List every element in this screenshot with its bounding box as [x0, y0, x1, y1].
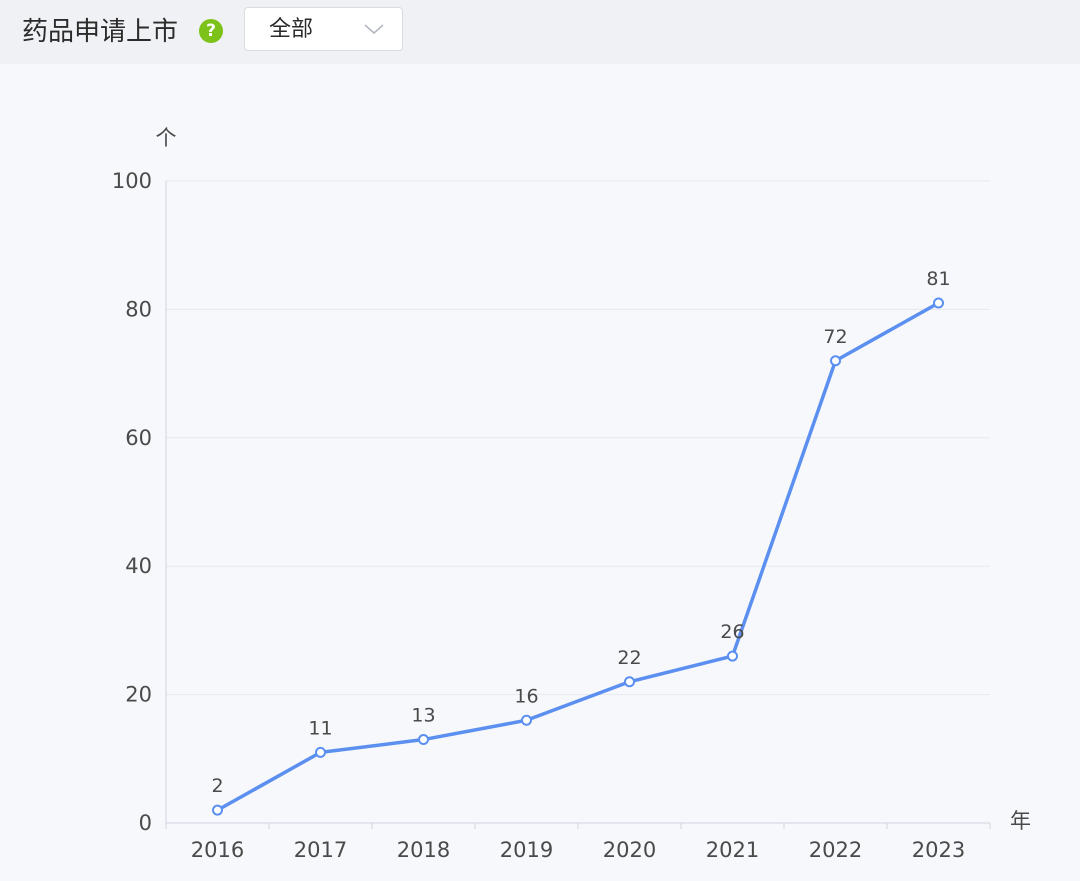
page-title: 药品申请上市 — [22, 17, 179, 47]
data-label: 72 — [823, 326, 847, 348]
data-point[interactable] — [727, 650, 738, 662]
chevron-down-icon — [364, 24, 384, 35]
data-label: 2 — [211, 775, 223, 797]
data-point[interactable] — [830, 355, 841, 367]
x-tick-label: 2016 — [191, 838, 244, 862]
line-chart: 0 20 40 60 80 100 2016 2017 2018 2019 2020 2021 202… — [112, 126, 1031, 862]
y-tick-label: 20 — [125, 683, 152, 707]
chart-area: 0 20 40 60 80 100 2016 2017 2018 2019 2020 2021 202… — [0, 64, 1080, 881]
filter-select[interactable]: 全部 — [244, 7, 403, 51]
axes — [165, 181, 991, 829]
filter-selected-value: 全部 — [269, 17, 314, 42]
data-label: 22 — [617, 647, 641, 669]
data-label: 81 — [926, 268, 950, 290]
x-tick-label: 2018 — [397, 838, 450, 862]
y-axis-unit: 个 — [156, 126, 177, 150]
data-point[interactable] — [418, 734, 429, 746]
data-point[interactable] — [212, 804, 223, 816]
y-tick-label: 40 — [125, 554, 152, 578]
data-labels: 2 11 13 16 22 26 72 81 — [211, 268, 950, 797]
y-tick-label: 60 — [125, 426, 152, 450]
x-tick-labels: 2016 2017 2018 2019 2020 2021 2022 2023 — [191, 838, 965, 862]
data-label: 11 — [308, 717, 332, 739]
x-tick-label: 2019 — [500, 838, 553, 862]
data-label: 26 — [720, 621, 744, 643]
data-point[interactable] — [521, 714, 532, 726]
data-point[interactable] — [315, 746, 326, 758]
x-axis-unit: 年 — [1010, 809, 1031, 833]
x-tick-label: 2017 — [294, 838, 347, 862]
grid-lines — [166, 180, 990, 696]
y-tick-labels: 0 20 40 60 80 100 — [112, 169, 152, 835]
y-tick-label: 100 — [112, 169, 152, 193]
x-tick-label: 2023 — [912, 838, 965, 862]
data-point[interactable] — [624, 676, 635, 688]
data-label: 13 — [411, 705, 435, 727]
x-tick-label: 2021 — [706, 838, 759, 862]
y-tick-label: 80 — [125, 297, 152, 321]
question-circle-icon[interactable]: ? — [199, 19, 223, 43]
header-bar: 药品申请上市 ? 全部 — [0, 0, 1080, 64]
x-tick-label: 2020 — [603, 838, 656, 862]
x-tick-label: 2022 — [809, 838, 862, 862]
data-point[interactable] — [933, 297, 944, 309]
data-label: 16 — [514, 685, 538, 707]
y-tick-label: 0 — [139, 811, 152, 835]
